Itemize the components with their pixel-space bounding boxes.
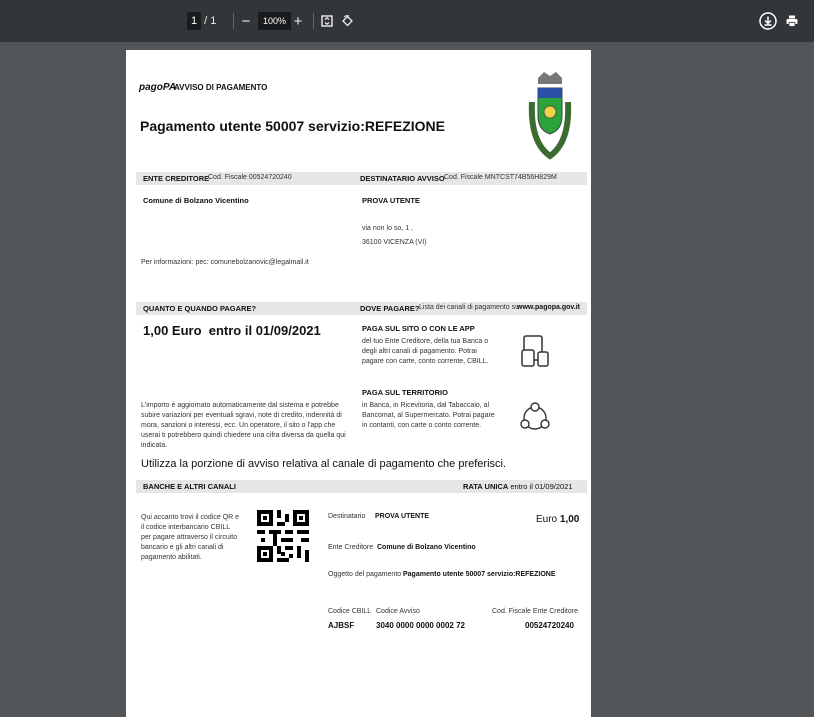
creditor-contact-info: Per informazioni: pec: comunebolzanovic@…: [141, 259, 309, 266]
oggetto-label: Oggetto del pagamento: [328, 571, 402, 578]
print-icon: [786, 15, 798, 27]
pagopa-logo: pagoPA: [139, 82, 177, 93]
amount-box: Euro 1,00: [536, 514, 579, 525]
fit-page-icon: [321, 15, 333, 27]
page-separator: /: [204, 15, 208, 27]
recipient-cf: Cod. Fiscale MNTCST74B56H829M: [444, 174, 557, 181]
recipient-address-1: via non lo so, 1 ,: [362, 225, 413, 232]
download-icon: [759, 12, 777, 30]
payment-qr-code: [257, 510, 309, 562]
dest-label: Destinatario: [328, 513, 366, 520]
page-current-input[interactable]: 1: [187, 12, 202, 30]
zoom-in-button[interactable]: +: [291, 11, 305, 31]
installment-date: entro il 01/09/2021: [510, 482, 573, 491]
pay-online-text: del tuo Ente Creditore, della tua Banca …: [362, 338, 489, 365]
recipient-heading: DESTINATARIO AVVISO: [360, 174, 445, 183]
fit-page-button[interactable]: [320, 11, 334, 31]
creditor-heading: ENTE CREDITORE: [143, 174, 210, 183]
pagopa-site-link[interactable]: www.pagopa.gov.it: [517, 303, 580, 313]
rotate-icon: [341, 14, 353, 26]
fiscal-code-label: Cod. Fiscale Ente Creditore: [492, 608, 578, 615]
fiscal-code-value: 00524720240: [525, 621, 574, 630]
page-indicator: 1 / 1: [187, 11, 216, 31]
oggetto-value: Pagamento utente 50007 servizio:REFEZION…: [403, 571, 556, 578]
toolbar-divider: [313, 13, 314, 29]
avviso-label: Codice Avviso: [376, 608, 420, 615]
euro-label: Euro: [536, 514, 558, 525]
channel-instruction: Utilizza la porzione di avviso relativa …: [141, 458, 507, 470]
cbill-value: AJBSF: [328, 621, 355, 630]
avviso-value: 3040 0000 0000 0002 72: [376, 621, 465, 630]
page-total: 1: [210, 15, 217, 27]
local-channels-icon: [520, 402, 550, 430]
how-much-heading: QUANTO E QUANDO PAGARE?: [143, 304, 257, 313]
zoom-level-value: 100%: [258, 12, 292, 30]
amount-due: 1,00 Euro entro il 01/09/2021: [143, 323, 321, 338]
amount-disclaimer: L'importo è aggiornato automaticamente d…: [141, 402, 346, 449]
zoom-out-button[interactable]: −: [239, 11, 253, 31]
installment-type: RATA UNICA: [463, 482, 509, 491]
dest-value: PROVA UTENTE: [375, 513, 430, 520]
notice-header-title: AVVISO DI PAGAMENTO: [174, 83, 268, 92]
pay-local-title: PAGA SUL TERRITORIO: [362, 388, 448, 397]
bank-heading: BANCHE E ALTRI CANALI: [143, 482, 236, 491]
pay-online-title: PAGA SUL SITO O CON LE APP: [362, 324, 475, 333]
toolbar-divider: [233, 13, 234, 29]
qr-instructions: Qui accanto trovi il codice QR e il codi…: [141, 514, 240, 561]
zoom-level-input[interactable]: 100%: [258, 11, 292, 31]
municipality-coat-of-arms-icon: [528, 72, 572, 160]
installment-label: RATA UNICA entro il 01/09/2021: [463, 482, 573, 491]
ente-value: Comune di Bolzano Vicentino: [377, 544, 476, 551]
notice-main-title: Pagamento utente 50007 servizio:REFEZION…: [140, 118, 445, 134]
where-subheading: Lista dei canali di pagamento su: [419, 304, 520, 311]
ente-label: Ente Creditore: [328, 544, 374, 551]
pay-local-text: in Banca, in Ricevitoria, dal Tabaccaio,…: [362, 402, 495, 429]
euro-value: 1,00: [559, 514, 580, 525]
download-button[interactable]: [758, 11, 778, 31]
recipient-address-2: 36100 VICENZA (VI): [362, 239, 427, 246]
pdf-page: pagoPA AVVISO DI PAGAMENTO Pagamento ute…: [126, 50, 591, 717]
pdf-toolbar: 1 / 1 − 100% +: [0, 0, 814, 42]
rotate-button[interactable]: [340, 11, 354, 31]
where-heading: DOVE PAGARE?: [360, 304, 420, 313]
print-button[interactable]: [784, 11, 800, 31]
creditor-cf: Cod. Fiscale 00524720240: [208, 174, 292, 181]
recipient-name: PROVA UTENTE: [362, 196, 420, 205]
devices-icon: [521, 335, 549, 367]
creditor-name: Comune di Bolzano Vicentino: [143, 196, 249, 205]
cbill-label: Codice CBILL: [328, 608, 372, 615]
